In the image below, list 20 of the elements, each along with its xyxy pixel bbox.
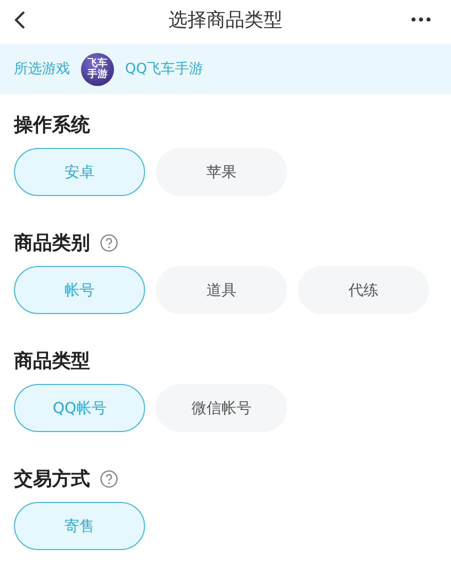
- option-button[interactable]: 微信帐号: [156, 384, 287, 432]
- more-icon[interactable]: [411, 17, 431, 22]
- option-button[interactable]: QQ帐号: [14, 384, 145, 432]
- option-button[interactable]: 安卓: [14, 148, 145, 196]
- back-icon[interactable]: [14, 10, 26, 30]
- help-icon[interactable]: [100, 234, 118, 252]
- option-button[interactable]: 寄售: [14, 502, 145, 550]
- help-icon[interactable]: [100, 470, 118, 488]
- option-button[interactable]: 道具: [156, 266, 287, 314]
- section-title: 商品类型: [14, 348, 90, 374]
- game-logo: 飞车 手游: [81, 52, 114, 86]
- option-button[interactable]: 代练: [298, 266, 429, 314]
- section-title: 商品类别: [14, 230, 90, 256]
- selected-game-label: 所选游戏: [14, 60, 70, 78]
- option-button[interactable]: 苹果: [156, 148, 287, 196]
- page-title: 选择商品类型: [168, 8, 282, 33]
- option-button[interactable]: 帐号: [14, 266, 145, 314]
- section-title: 操作系统: [14, 112, 90, 138]
- game-name[interactable]: QQ飞车手游: [125, 58, 204, 80]
- section-title: 交易方式: [14, 466, 90, 492]
